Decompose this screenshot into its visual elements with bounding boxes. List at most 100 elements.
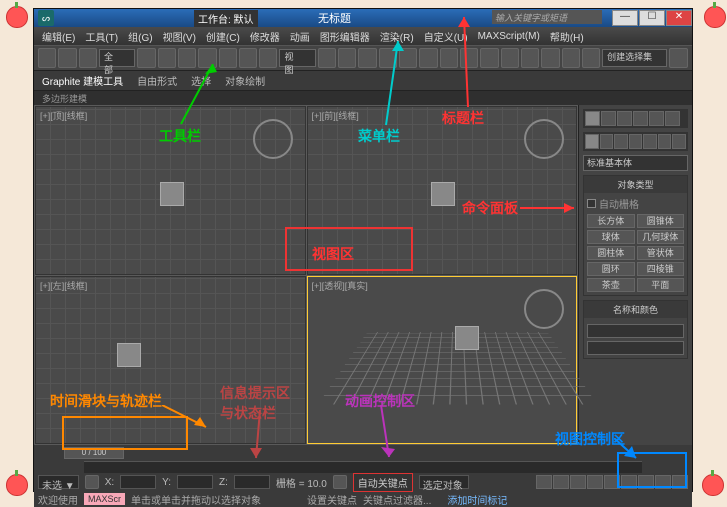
percent-snap-button[interactable] (379, 48, 397, 68)
menu-create[interactable]: 创建(C) (202, 27, 244, 46)
obj-torus[interactable]: 圆环 (587, 262, 635, 276)
next-frame[interactable] (587, 475, 603, 489)
schematic-button[interactable] (521, 48, 539, 68)
create-tab[interactable] (585, 111, 600, 126)
autogrid-check[interactable]: 自动栅格 (587, 196, 684, 211)
keyfilter-button[interactable]: 关键点过滤器... (363, 492, 431, 507)
rollout-namecolor[interactable]: 名称和颜色 (584, 301, 687, 318)
menu-custom[interactable]: 自定义(U) (420, 27, 472, 46)
obj-pyramid[interactable]: 四棱锥 (637, 262, 685, 276)
key-button[interactable] (333, 475, 347, 489)
hierarchy-tab[interactable] (617, 111, 632, 126)
pivot-button[interactable] (318, 48, 336, 68)
trackbar[interactable] (84, 461, 642, 473)
play-button[interactable] (570, 475, 586, 489)
viewcube-top[interactable] (253, 119, 293, 159)
prev-frame[interactable] (553, 475, 569, 489)
category-dropdown[interactable]: 标准基本体 (583, 155, 688, 171)
scale-button[interactable] (259, 48, 277, 68)
menu-modifiers[interactable]: 修改器 (246, 27, 284, 46)
link-button[interactable] (79, 48, 97, 68)
rollout-objtype[interactable]: 对象类型 (584, 176, 687, 193)
spinner-snap-button[interactable] (399, 48, 417, 68)
selection-status[interactable]: 未选 ▼ (38, 475, 79, 489)
vp-label-left[interactable]: [+][左][线框] (40, 279, 87, 292)
minimize-button[interactable]: — (612, 10, 638, 26)
layers-button[interactable] (480, 48, 498, 68)
search-input[interactable]: 输入关键字或矩语 (492, 10, 602, 24)
viewport-front[interactable]: [+][前][线框] (307, 106, 578, 275)
ribbon-tab-freeform[interactable]: 自由形式 (137, 73, 177, 88)
render-frame-button[interactable] (582, 48, 600, 68)
max-view[interactable] (672, 475, 688, 489)
lock-button[interactable] (85, 475, 99, 489)
named-selection-set[interactable]: 创建选择集 (602, 49, 667, 67)
workspace-label[interactable]: 工作台: 默认 (194, 10, 258, 27)
utilities-tab[interactable] (665, 111, 680, 126)
obj-box[interactable]: 长方体 (587, 214, 635, 228)
obj-tube[interactable]: 管状体 (637, 246, 685, 260)
object-top[interactable] (160, 182, 184, 206)
ribbon-tab-select[interactable]: 选择 (191, 73, 211, 88)
obj-teapot[interactable]: 茶壶 (587, 278, 635, 292)
obj-geosphere[interactable]: 几何球体 (637, 230, 685, 244)
undo-button[interactable] (38, 48, 56, 68)
pan-view[interactable] (621, 475, 637, 489)
vp-label-top[interactable]: [+][顶][线框] (40, 109, 87, 122)
object-persp[interactable] (455, 326, 479, 350)
timemark-button[interactable]: 设置关键点 (307, 492, 357, 507)
addtime-link[interactable]: 添加时间标记 (447, 492, 507, 507)
object-front[interactable] (431, 182, 455, 206)
window-crossing-button[interactable] (198, 48, 216, 68)
y-field[interactable] (177, 475, 213, 489)
rotate-button[interactable] (239, 48, 257, 68)
select-button[interactable] (137, 48, 155, 68)
maximize-button[interactable]: ☐ (639, 10, 665, 26)
zoom-view[interactable] (638, 475, 654, 489)
menu-graph[interactable]: 图形编辑器 (316, 27, 374, 46)
frame-indicator[interactable]: 0 / 100 (64, 447, 124, 459)
goto-start[interactable] (536, 475, 552, 489)
menu-view[interactable]: 视图(V) (159, 27, 200, 46)
time-slider[interactable]: 0 / 100 (34, 445, 692, 461)
rect-select-button[interactable] (178, 48, 196, 68)
color-swatch[interactable] (587, 341, 684, 355)
menu-maxscript[interactable]: MAXScript(M) (474, 29, 544, 44)
snap-button[interactable] (338, 48, 356, 68)
curve-editor-button[interactable] (501, 48, 519, 68)
align-button[interactable] (460, 48, 478, 68)
x-field[interactable] (120, 475, 156, 489)
name-field[interactable] (587, 324, 684, 338)
shapes-cat[interactable] (600, 134, 614, 149)
object-left[interactable] (117, 343, 141, 367)
render-setup-button[interactable] (562, 48, 580, 68)
goto-end[interactable] (604, 475, 620, 489)
selection-filter[interactable]: 全部 (99, 49, 135, 67)
redo-button[interactable] (58, 48, 76, 68)
move-button[interactable] (219, 48, 237, 68)
angle-snap-button[interactable] (358, 48, 376, 68)
material-button[interactable] (541, 48, 559, 68)
select-name-button[interactable] (158, 48, 176, 68)
helpers-cat[interactable] (643, 134, 657, 149)
menu-help[interactable]: 帮助(H) (546, 27, 588, 46)
menu-tools[interactable]: 工具(T) (81, 27, 122, 46)
viewcube-front[interactable] (524, 119, 564, 159)
ribbon-tab-paint[interactable]: 对象绘制 (225, 73, 265, 88)
lights-cat[interactable] (614, 134, 628, 149)
viewport-perspective[interactable]: [+][透视][真实] (307, 276, 578, 445)
close-button[interactable]: ✕ (666, 10, 692, 26)
keymode-dropdown[interactable]: 选定对象 (419, 475, 469, 489)
render-button[interactable] (669, 48, 687, 68)
motion-tab[interactable] (633, 111, 648, 126)
vp-label-front[interactable]: [+][前][线框] (312, 109, 359, 122)
viewport-left[interactable]: [+][左][线框] (35, 276, 306, 445)
menu-animation[interactable]: 动画 (286, 27, 314, 46)
obj-sphere[interactable]: 球体 (587, 230, 635, 244)
obj-cone[interactable]: 圆锥体 (637, 214, 685, 228)
obj-cylinder[interactable]: 圆柱体 (587, 246, 635, 260)
maxscript-listener[interactable]: MAXScr (84, 493, 125, 505)
menu-render[interactable]: 渲染(R) (376, 27, 418, 46)
orbit-view[interactable] (655, 475, 671, 489)
autokey-button[interactable]: 自动关键点 (353, 473, 413, 492)
